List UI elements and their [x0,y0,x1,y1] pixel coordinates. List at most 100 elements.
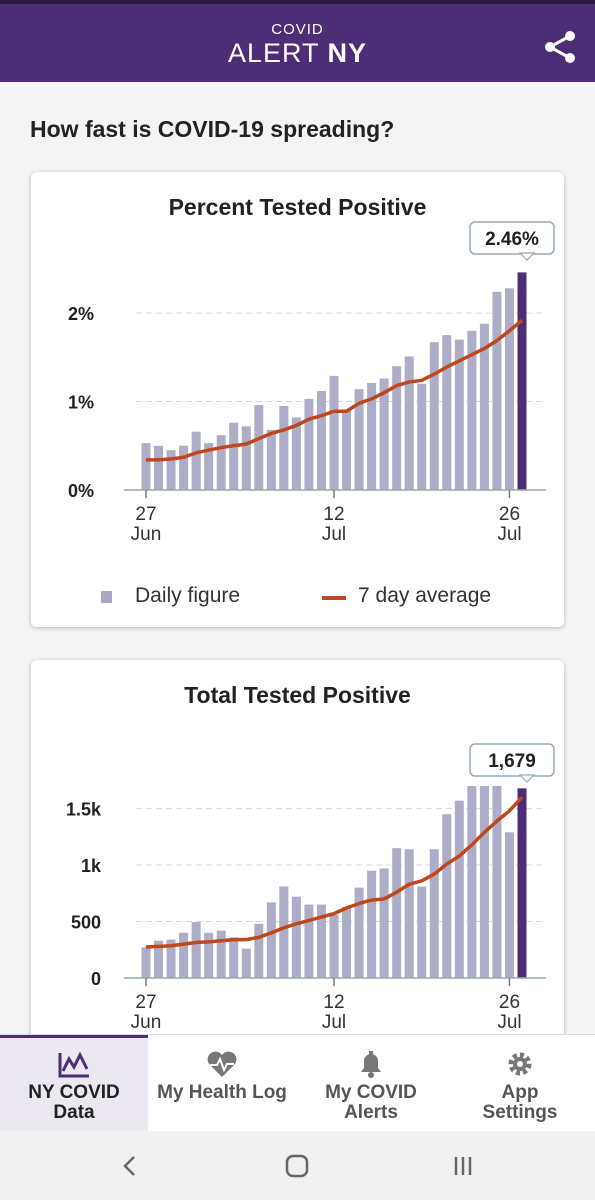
percent-positive-chart: 0%1%2%27Jun12Jul26Jul2.46% [68,221,555,545]
daily-bar [492,291,502,490]
logo-ny-text: NY [327,38,368,68]
daily-bar [404,849,414,978]
y-tick-label: 0% [68,481,94,501]
legend-label-daily: Daily figure [135,584,241,607]
daily-bar [279,886,289,978]
daily-figure-legend-swatch [101,591,112,603]
daily-bar [304,904,314,978]
average-legend-swatch [322,596,346,600]
chart-icon [58,1051,89,1078]
nav-label: App Settings [482,1082,558,1123]
daily-bar [254,405,264,490]
daily-bar [342,410,352,490]
page-heading: How fast is COVID-19 spreading? [30,116,395,142]
y-tick-label: 1% [68,393,94,413]
latest-bar [517,788,527,978]
home-icon[interactable] [282,1153,312,1179]
logo-covid-text: COVID [271,21,324,38]
daily-bar [329,375,339,490]
nav-my-health-log[interactable]: My Health Log [148,1035,296,1132]
nav-label: NY COVID Data [28,1082,120,1123]
bell-icon [361,1051,381,1078]
daily-bar [404,356,414,490]
y-tick-label: 2% [68,304,94,324]
daily-bar [504,832,514,978]
total-positive-chart: 05001k1.5k27Jun12Jul26Jul1,679 [66,743,555,1033]
daily-bar [204,932,214,978]
daily-bar [241,948,251,978]
nav-label: My Health Log [157,1082,287,1103]
daily-bar [367,870,377,978]
x-tick-label: Jul [497,1012,521,1033]
daily-bar [291,896,301,978]
daily-bar [229,937,239,978]
y-tick-label: 500 [71,913,101,933]
x-tick-label: 27 [135,504,156,525]
total-positive-card: Total Tested Positive 0 500 1k 1.5k 27 Jun 12 J… [31,660,564,1040]
daily-bar [179,932,189,978]
daily-bar [429,342,439,490]
daily-bar [492,786,502,978]
daily-bar [467,786,477,978]
daily-bar [191,431,201,490]
daily-bar [179,445,189,490]
y-tick-label: 1k [81,856,102,876]
nav-label: My COVID Alerts [325,1082,417,1123]
latest-bar [517,272,527,490]
nav-my-covid-alerts[interactable]: My COVID Alerts [297,1035,445,1132]
x-tick-label: Jul [322,1012,346,1033]
chart-legend: Daily figure 7 day average [31,584,564,610]
daily-bar [166,450,176,490]
x-tick-label: Jul [497,524,521,545]
daily-bar [329,914,339,978]
daily-bar [379,868,389,978]
daily-bar [454,800,464,978]
x-tick-label: 26 [499,504,520,525]
legend-label-average: 7 day average [358,584,492,607]
daily-bar [266,429,276,490]
x-tick-label: Jun [131,1012,162,1033]
x-tick-label: 26 [499,992,520,1013]
callout-pointer [518,774,536,783]
daily-bar [254,923,264,978]
daily-bar [316,390,326,490]
gear-icon [508,1052,532,1076]
daily-bar [392,848,402,978]
nav-ny-covid-data[interactable]: NY COVID Data [0,1035,148,1132]
logo-alert-text: ALERT [227,38,320,68]
daily-bar [241,426,251,490]
daily-bar [442,335,452,490]
daily-bar [417,383,427,490]
nav-app-settings[interactable]: App Settings [446,1035,594,1132]
daily-bar [442,814,452,978]
callout-pointer [518,252,536,261]
y-tick-label: 0 [91,969,101,989]
latest-value-label: 1,679 [488,751,536,772]
daily-bar [216,930,226,978]
daily-bar [229,422,239,490]
daily-bar [141,947,151,978]
share-icon[interactable] [543,30,577,64]
daily-bar [417,886,427,978]
daily-bar [279,405,289,490]
daily-bar [141,443,151,490]
recents-icon[interactable] [448,1153,478,1179]
latest-value-label: 2.46% [485,229,539,250]
daily-bar [191,922,201,978]
x-tick-label: 27 [135,992,156,1013]
bottom-navigation: NY COVID Data My Health Log My COVID Alert… [0,1034,595,1132]
back-icon[interactable] [115,1153,145,1179]
daily-bar [154,445,164,490]
y-tick-label: 1.5k [66,800,102,820]
app-header: COVID ALERT NY [0,0,595,82]
logo-alert-ny: ALERT NY [0,38,595,68]
system-navigation-bar [0,1131,595,1200]
daily-bar [304,398,314,490]
active-tab-indicator [0,1035,148,1038]
percent-positive-card: Percent Tested Positive 0% 1% 2% 27 Jun 12 Jul… [31,172,564,627]
x-tick-label: 12 [323,992,344,1013]
heart-pulse-icon [207,1051,237,1077]
daily-bar [429,849,439,978]
x-tick-label: 12 [323,504,344,525]
x-tick-label: Jul [322,524,346,545]
